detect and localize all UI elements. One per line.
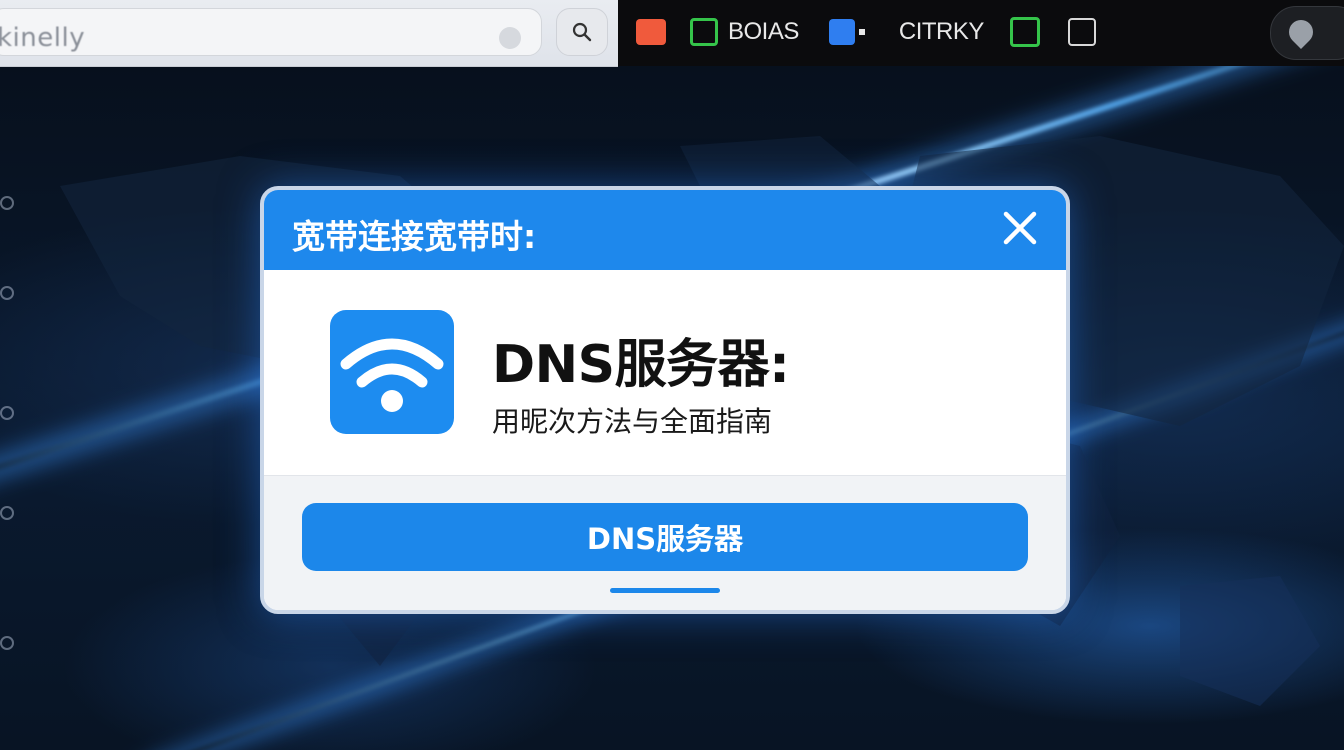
wifi-app-tile	[330, 310, 454, 434]
document-icon[interactable]	[828, 19, 855, 45]
dialog-subtitle: 用昵次方法与全面指南	[492, 405, 773, 438]
dialog-body: DNS服务器: 用昵次方法与全面指南	[264, 270, 1066, 475]
grid-icon[interactable]	[1067, 18, 1096, 46]
dns-dialog: 宽带连接宽带时: DNS服务器: 用昵次方法与全面指南 DNS服务器	[260, 186, 1070, 614]
address-input[interactable]: kinelly	[0, 8, 542, 56]
address-bar-area: kinelly	[0, 0, 618, 67]
toolbar-label-1[interactable]: BOIAS	[728, 18, 799, 46]
dot-icon	[858, 29, 865, 35]
location-pin-icon	[1284, 15, 1318, 49]
wifi-icon	[340, 338, 444, 412]
dialog-header: 宽带连接宽带时:	[264, 190, 1066, 270]
location-button[interactable]	[1270, 6, 1344, 60]
toolbar: BOIAS CITRKY	[636, 14, 1106, 50]
close-icon[interactable]	[1000, 208, 1040, 248]
clear-icon[interactable]	[499, 27, 521, 49]
dialog-footer: DNS服务器	[264, 475, 1066, 610]
folder-icon[interactable]	[636, 19, 666, 45]
clipboard-icon[interactable]	[1009, 17, 1040, 47]
dns-server-button[interactable]: DNS服务器	[302, 503, 1028, 571]
page-indicator	[610, 588, 720, 593]
toolbar-label-2[interactable]: CITRKY	[899, 18, 985, 46]
top-bar: kinelly BOIAS CITRKY	[0, 0, 1344, 67]
chip-icon[interactable]	[690, 18, 718, 46]
dialog-title: 宽带连接宽带时:	[292, 217, 537, 256]
search-icon	[572, 22, 592, 42]
search-button[interactable]	[556, 8, 608, 56]
address-text: kinelly	[0, 23, 86, 53]
dialog-heading: DNS服务器:	[492, 335, 790, 395]
